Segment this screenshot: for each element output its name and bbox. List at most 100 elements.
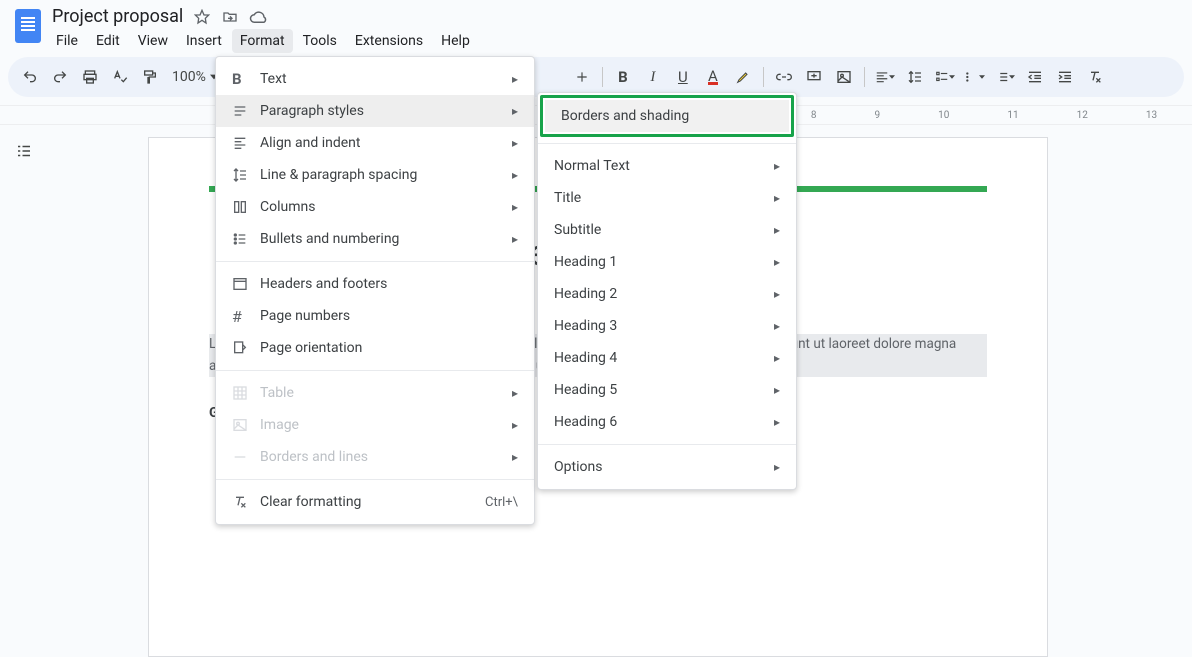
docs-app-icon[interactable] [8, 6, 48, 46]
text-color-button[interactable]: A [699, 63, 727, 91]
chevron-right-icon: ▸ [774, 319, 780, 333]
outline-toggle-icon[interactable] [10, 137, 38, 165]
menu-item-label: Table [260, 385, 294, 401]
star-icon[interactable] [193, 8, 211, 26]
italic-button[interactable]: I [639, 63, 667, 91]
checklist-button[interactable] [931, 63, 959, 91]
menu-bar: FileEditViewInsertFormatToolsExtensionsH… [48, 27, 478, 53]
menu-item-label: Page numbers [260, 308, 350, 324]
format-item-line-paragraph-spacing[interactable]: Line & paragraph spacing ▸ [216, 159, 534, 191]
submenu-item-heading-6[interactable]: Heading 6▸ [538, 406, 796, 438]
format-item-paragraph-styles[interactable]: Paragraph styles▸ [216, 95, 534, 127]
bulleted-list-button[interactable] [961, 63, 989, 91]
chevron-right-icon: ▸ [774, 287, 780, 301]
insert-plus-button[interactable] [568, 63, 596, 91]
header-icon [232, 276, 260, 292]
menu-insert[interactable]: Insert [178, 29, 230, 53]
format-item-table: Table ▸ [216, 377, 534, 409]
submenu-item-heading-1[interactable]: Heading 1▸ [538, 246, 796, 278]
ruler-tick: 11 [1007, 110, 1018, 121]
align-icon [232, 135, 260, 151]
chevron-right-icon: ▸ [774, 383, 780, 397]
paragraph-icon [232, 103, 260, 119]
menu-item-label: Line & paragraph spacing [260, 167, 417, 183]
menu-extensions[interactable]: Extensions [347, 29, 431, 53]
print-button[interactable] [76, 63, 104, 91]
align-button[interactable] [871, 63, 899, 91]
format-item-page-orientation[interactable]: Page orientation [216, 332, 534, 364]
paint-format-button[interactable] [136, 63, 164, 91]
chevron-right-icon: ▸ [512, 386, 518, 400]
table-icon [232, 385, 260, 401]
titlebar: Project proposal FileEditViewInsertForma… [0, 0, 1192, 53]
insert-image-button[interactable] [830, 63, 858, 91]
menu-item-label: Text [260, 71, 287, 87]
menu-format[interactable]: Format [232, 29, 293, 53]
cloud-status-icon[interactable] [249, 8, 267, 26]
menu-view[interactable]: View [130, 29, 176, 53]
ruler-tick: 13 [1146, 110, 1157, 121]
menu-edit[interactable]: Edit [88, 29, 128, 53]
clear-formatting-button[interactable] [1081, 63, 1109, 91]
format-item-align-and-indent[interactable]: Align and indent ▸ [216, 127, 534, 159]
submenu-item-borders-and-shading[interactable]: Borders and shading [545, 100, 789, 132]
redo-button[interactable] [46, 63, 74, 91]
image-icon [232, 417, 260, 433]
format-item-columns[interactable]: Columns▸ [216, 191, 534, 223]
chevron-right-icon: ▸ [512, 168, 518, 182]
format-item-headers-and-footers[interactable]: Headers and footers [216, 268, 534, 300]
menu-item-label: Page orientation [260, 340, 362, 356]
chevron-right-icon: ▸ [774, 223, 780, 237]
keyboard-shortcut: Ctrl+\ [485, 495, 518, 510]
insert-link-button[interactable] [770, 63, 798, 91]
hash-icon: # [232, 307, 260, 326]
increase-indent-button[interactable] [1051, 63, 1079, 91]
submenu-item-heading-4[interactable]: Heading 4▸ [538, 342, 796, 374]
menu-tools[interactable]: Tools [295, 29, 345, 53]
format-item-page-numbers[interactable]: #Page numbers [216, 300, 534, 332]
menu-help[interactable]: Help [433, 29, 478, 53]
bold-button[interactable]: B [609, 63, 637, 91]
document-title[interactable]: Project proposal [52, 6, 183, 27]
submenu-item-label: Options [554, 459, 602, 475]
highlight-button[interactable] [729, 63, 757, 91]
menu-file[interactable]: File [48, 29, 86, 53]
chevron-right-icon: ▸ [774, 460, 780, 474]
menu-item-label: Align and indent [260, 135, 361, 151]
menu-item-label: Paragraph styles [260, 103, 364, 119]
ruler-tick: 9 [875, 110, 881, 121]
decrease-indent-button[interactable] [1021, 63, 1049, 91]
format-item-borders-and-lines: Borders and lines▸ [216, 441, 534, 473]
numbered-list-button[interactable] [991, 63, 1019, 91]
submenu-item-options[interactable]: Options ▸ [538, 451, 796, 483]
bold-icon: B [232, 70, 260, 88]
format-item-bullets-and-numbering[interactable]: Bullets and numbering ▸ [216, 223, 534, 255]
chevron-right-icon: ▸ [512, 136, 518, 150]
submenu-item-subtitle[interactable]: Subtitle▸ [538, 214, 796, 246]
submenu-item-title[interactable]: Title▸ [538, 182, 796, 214]
submenu-item-normal-text[interactable]: Normal Text ▸ [538, 150, 796, 182]
menu-item-label: Bullets and numbering [260, 231, 399, 247]
toolbar: 100% B I U A [8, 57, 1184, 97]
chevron-right-icon: ▸ [512, 232, 518, 246]
chevron-right-icon: ▸ [774, 159, 780, 173]
underline-button[interactable]: U [669, 63, 697, 91]
submenu-item-heading-2[interactable]: Heading 2▸ [538, 278, 796, 310]
format-item-clear-formatting[interactable]: Clear formattingCtrl+\ [216, 486, 534, 518]
line-icon [232, 449, 260, 465]
submenu-item-heading-3[interactable]: Heading 3▸ [538, 310, 796, 342]
ruler-tick: 8 [811, 110, 817, 121]
submenu-item-label: Normal Text [554, 158, 630, 174]
line-spacing-button[interactable] [901, 63, 929, 91]
spellcheck-button[interactable] [106, 63, 134, 91]
paragraph-styles-submenu: Borders and shading Normal Text ▸ Title▸Sub… [537, 92, 797, 490]
submenu-item-heading-5[interactable]: Heading 5▸ [538, 374, 796, 406]
format-item-text[interactable]: BText▸ [216, 63, 534, 95]
submenu-item-label: Heading 6 [554, 414, 617, 430]
submenu-item-label: Heading 4 [554, 350, 617, 366]
insert-comment-button[interactable] [800, 63, 828, 91]
chevron-right-icon: ▸ [512, 418, 518, 432]
move-icon[interactable] [221, 8, 239, 26]
undo-button[interactable] [16, 63, 44, 91]
menu-item-label: Image [260, 417, 299, 433]
